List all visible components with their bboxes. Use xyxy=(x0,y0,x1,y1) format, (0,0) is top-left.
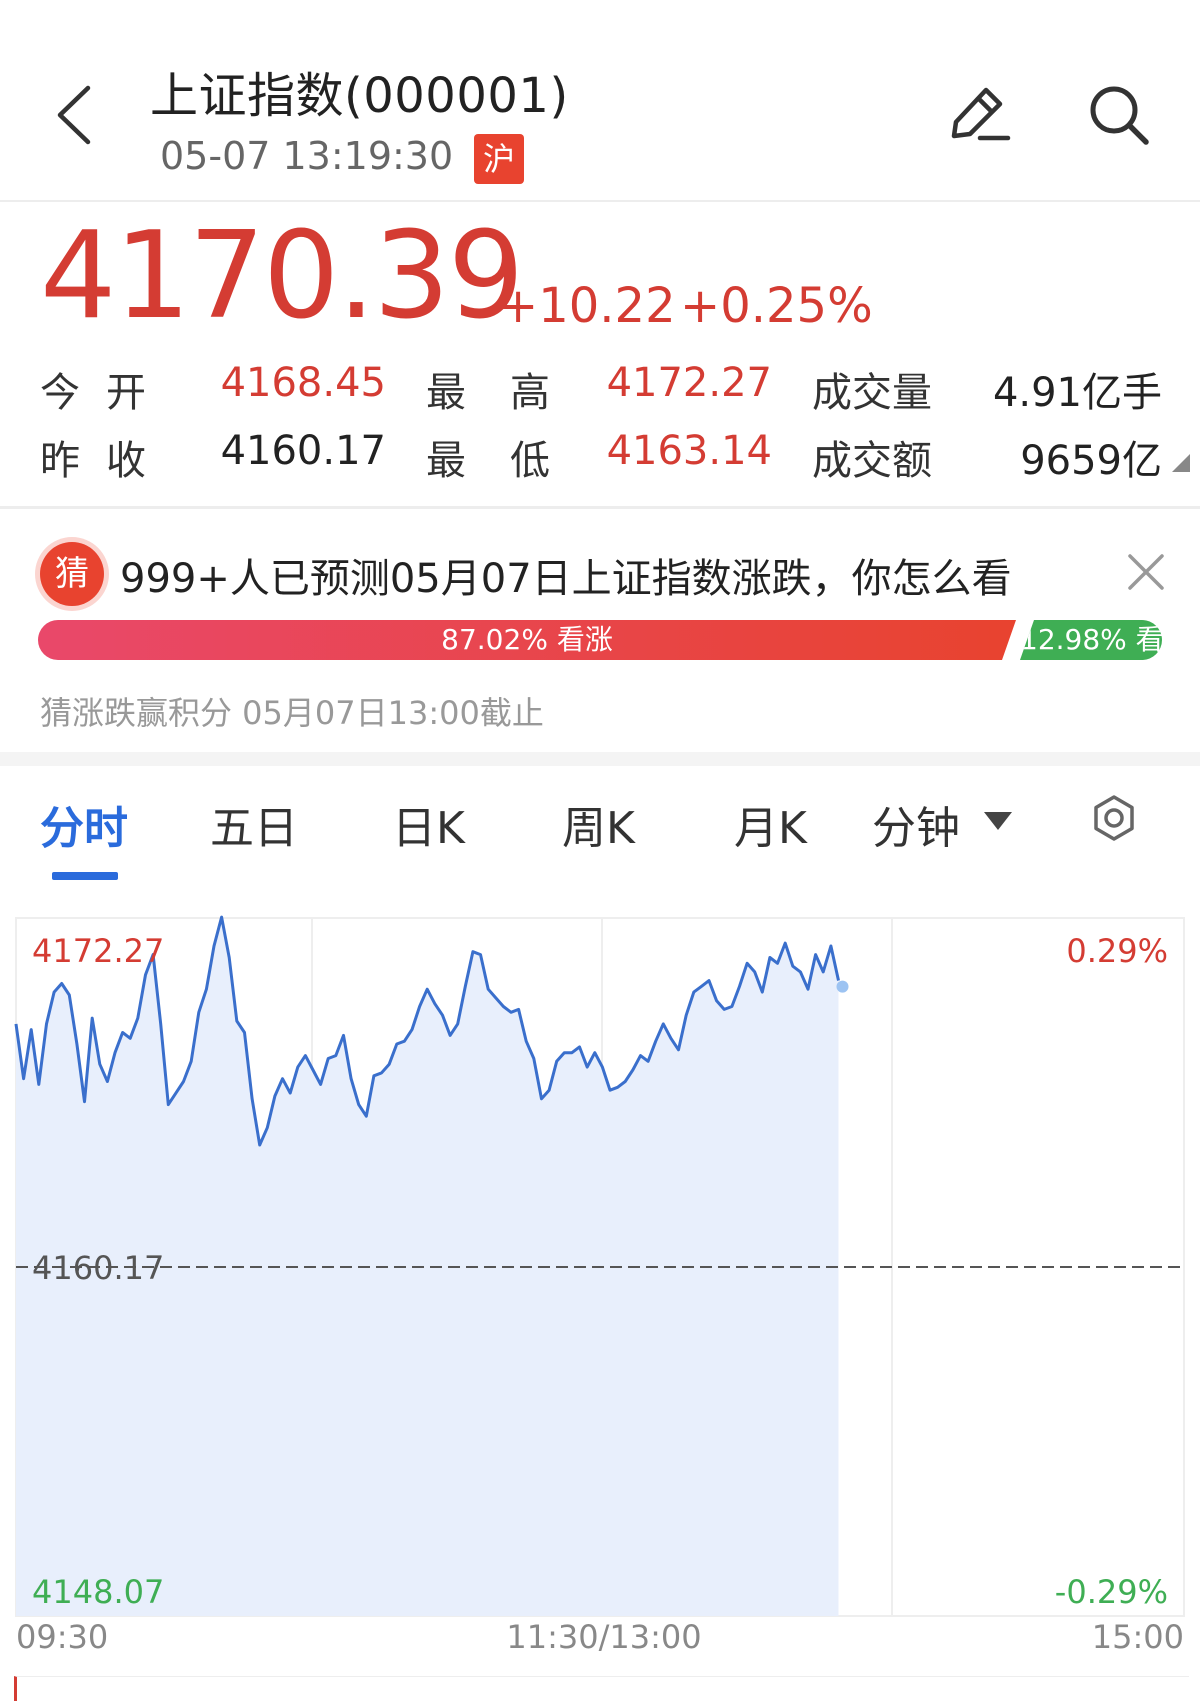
divider xyxy=(0,506,1200,509)
tab-intraday[interactable]: 分时 xyxy=(40,792,128,856)
pct-axis-top-label: 0.29% xyxy=(1066,932,1168,970)
poll-bar: 87.02% 看涨 12.98% 看跌 xyxy=(38,620,1162,660)
price-change: +10.22 xyxy=(498,278,676,334)
stat-label-low: 最低 xyxy=(426,438,594,484)
last-price-dot xyxy=(836,980,849,993)
stat-label-high: 最高 xyxy=(426,370,594,416)
stat-label-prev-close: 昨收 xyxy=(40,438,172,484)
tab-active-indicator xyxy=(52,872,118,880)
stat-value-prev-close: 4160.17 xyxy=(220,428,386,474)
poll-bar-up[interactable]: 87.02% 看涨 xyxy=(38,620,1016,660)
tab-five-day[interactable]: 五日 xyxy=(210,792,298,856)
stat-label-turnover: 成交额 xyxy=(812,438,932,484)
stat-value-volume: 4.91亿手 xyxy=(992,370,1162,416)
x-tick-midday: 11:30/13:00 xyxy=(506,1618,701,1656)
poll-up-label: 87.02% 看涨 xyxy=(441,623,613,656)
market-badge: 沪 xyxy=(474,134,524,184)
search-icon[interactable] xyxy=(1086,82,1152,148)
y-axis-bottom-label: 4148.07 xyxy=(32,1573,164,1611)
tab-minute[interactable]: 分钟 xyxy=(872,792,960,856)
volume-panel-edge xyxy=(14,1676,1189,1701)
stat-value-low: 4163.14 xyxy=(606,428,772,474)
caret-down-icon[interactable] xyxy=(984,812,1012,832)
intraday-chart[interactable]: 4172.27 4160.17 4148.07 0.29% -0.29% 09:… xyxy=(0,900,1200,1660)
stat-label-open: 今开 xyxy=(40,370,172,416)
y-axis-top-label: 4172.27 xyxy=(32,932,164,970)
expand-triangle-icon[interactable] xyxy=(1170,452,1190,472)
y-axis-mid-label: 4160.17 xyxy=(32,1249,164,1287)
stat-value-open: 4168.45 xyxy=(220,360,386,406)
stat-label-volume: 成交量 xyxy=(812,370,932,416)
current-price: 4170.39 xyxy=(40,207,524,346)
price-change-percent: +0.25% xyxy=(680,278,873,334)
tab-daily-k[interactable]: 日K xyxy=(392,792,465,856)
section-gap xyxy=(0,752,1200,766)
quote-timestamp: 05-07 13:19:30 xyxy=(160,134,454,178)
poll-question[interactable]: 999+人已预测05月07日上证指数涨跌，你怎么看 xyxy=(120,546,1012,604)
settings-icon[interactable] xyxy=(1090,794,1138,842)
edit-pencil-icon[interactable] xyxy=(946,80,1012,146)
stat-value-turnover: 9659亿 xyxy=(1020,438,1162,484)
poll-footer: 猜涨跌赢积分 05月07日13:00截止 xyxy=(40,694,544,732)
tab-monthly-k[interactable]: 月K xyxy=(734,792,807,856)
back-chevron-icon[interactable] xyxy=(52,84,98,146)
poll-down-label: 12.98% 看跌 xyxy=(1020,623,1192,656)
stat-value-high: 4172.27 xyxy=(606,360,772,406)
pct-axis-bottom-label: -0.29% xyxy=(1055,1573,1168,1611)
x-tick-open: 09:30 xyxy=(16,1618,108,1656)
page-title: 上证指数(000001) xyxy=(150,68,569,124)
tab-weekly-k[interactable]: 周K xyxy=(562,792,635,856)
x-tick-close: 15:00 xyxy=(1092,1618,1184,1656)
guess-badge-icon: 猜 xyxy=(40,542,104,606)
poll-bar-down[interactable]: 12.98% 看跌 xyxy=(1020,620,1162,660)
close-icon[interactable] xyxy=(1126,552,1166,592)
